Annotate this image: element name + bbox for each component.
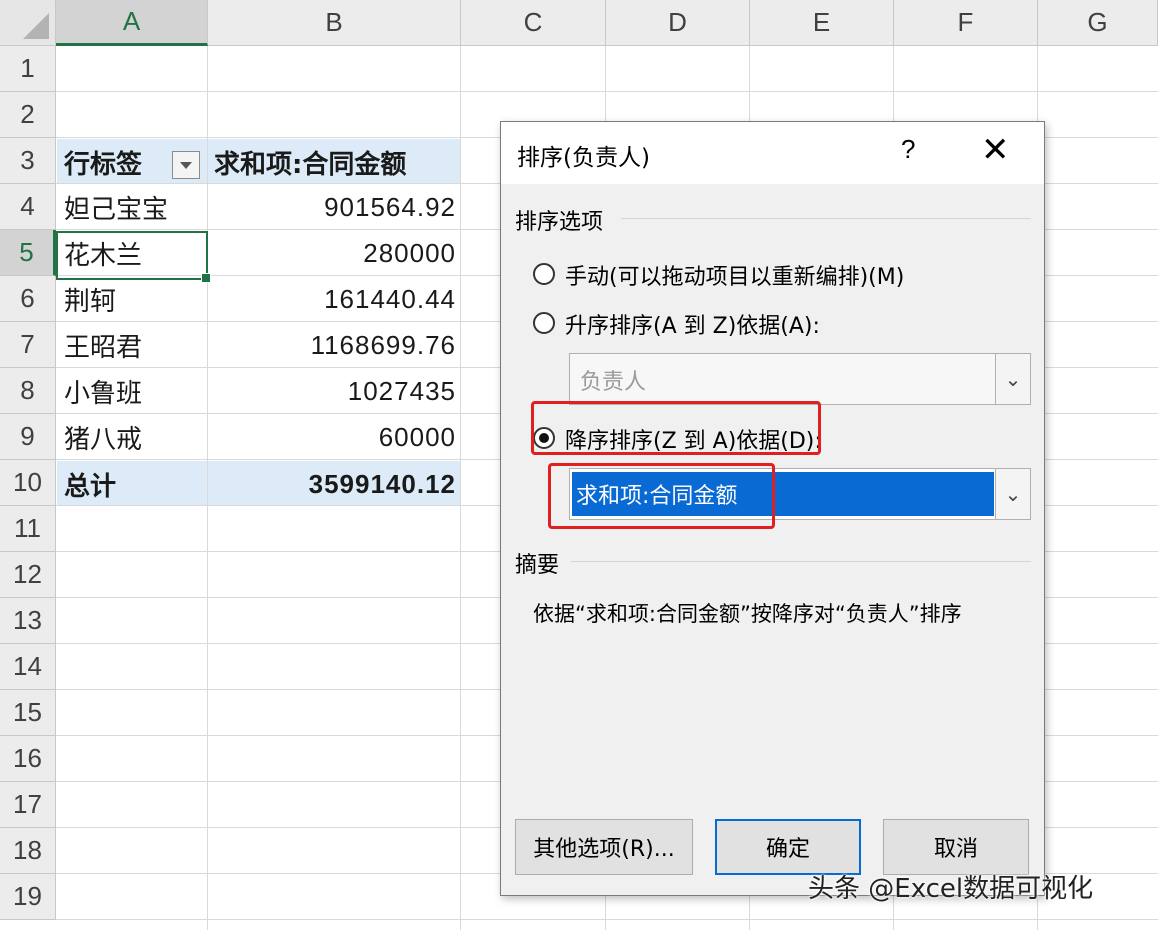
column-header-e[interactable]: E xyxy=(750,0,894,46)
row-header-13[interactable]: 13 xyxy=(0,598,56,644)
select-all-triangle-icon xyxy=(23,13,49,39)
summary-text: 依据“求和项:合同金额”按降序对“负责人”排序 xyxy=(533,602,962,626)
pivot-row-value[interactable]: 161440.44 xyxy=(210,276,456,322)
row-header-3[interactable]: 3 xyxy=(0,138,56,184)
row-header-19[interactable]: 19 xyxy=(0,874,56,920)
pivot-row-label[interactable]: 猪八戒 xyxy=(64,414,204,460)
pivot-total-value[interactable]: 3599140.12 xyxy=(210,461,456,507)
pivot-total-label[interactable]: 总计 xyxy=(64,461,204,507)
row-header-18[interactable]: 18 xyxy=(0,828,56,874)
sort-options-heading: 排序选项 xyxy=(515,210,604,235)
row-header-7[interactable]: 7 xyxy=(0,322,56,368)
row-header-9[interactable]: 9 xyxy=(0,414,56,460)
dialog-titlebar[interactable]: 排序(负责人) ? ✕ xyxy=(501,122,1044,184)
highlight-box-field xyxy=(548,463,775,529)
row-header-1[interactable]: 1 xyxy=(0,46,56,92)
ascending-field-value: 负责人 xyxy=(580,370,647,395)
fill-handle[interactable] xyxy=(201,273,211,283)
row-header-14[interactable]: 14 xyxy=(0,644,56,690)
filter-dropdown-button[interactable] xyxy=(172,151,200,179)
column-header-f[interactable]: F xyxy=(894,0,1038,46)
column-header-b[interactable]: B xyxy=(208,0,461,46)
ascending-radio-label[interactable]: 升序排序(A 到 Z)依据(A): xyxy=(565,308,820,340)
manual-radio-label[interactable]: 手动(可以拖动项目以重新编排)(M) xyxy=(565,259,904,291)
sort-dialog: 排序(负责人) ? ✕ 排序选项 手动(可以拖动项目以重新编排)(M) 升序排序… xyxy=(500,121,1045,896)
pivot-value-header[interactable]: 求和项:合同金额 xyxy=(214,139,454,185)
section-divider xyxy=(621,218,1031,219)
column-header-c[interactable]: C xyxy=(461,0,606,46)
row-header-6[interactable]: 6 xyxy=(0,276,56,322)
summary-heading: 摘要 xyxy=(515,553,560,578)
row-header-8[interactable]: 8 xyxy=(0,368,56,414)
row-header-16[interactable]: 16 xyxy=(0,736,56,782)
pivot-row-value[interactable]: 1027435 xyxy=(210,368,456,414)
cancel-button[interactable]: 取消 xyxy=(883,819,1029,875)
column-header-g[interactable]: G xyxy=(1038,0,1158,46)
pivot-row-label[interactable]: 小鲁班 xyxy=(64,368,204,414)
ok-button[interactable]: 确定 xyxy=(715,819,861,875)
close-icon[interactable]: ✕ xyxy=(981,130,1010,170)
row-header-17[interactable]: 17 xyxy=(0,782,56,828)
column-header-d[interactable]: D xyxy=(606,0,750,46)
pivot-row-label[interactable]: 荆轲 xyxy=(64,276,204,322)
highlight-box-descending xyxy=(531,401,821,455)
row-header-12[interactable]: 12 xyxy=(0,552,56,598)
column-header-a[interactable]: A xyxy=(56,0,208,46)
row-header-15[interactable]: 15 xyxy=(0,690,56,736)
active-cell-selection xyxy=(56,231,211,283)
ascending-field-select: 负责人 ⌄ xyxy=(569,353,1031,405)
select-all-corner[interactable] xyxy=(0,0,56,46)
row-header-4[interactable]: 4 xyxy=(0,184,56,230)
dialog-title: 排序(负责人) xyxy=(517,145,650,171)
pivot-row-labels-header[interactable]: 行标签 xyxy=(64,139,174,185)
pivot-row-label[interactable]: 王昭君 xyxy=(64,322,204,368)
watermark-text: 头条 @Excel数据可视化 xyxy=(808,874,1094,904)
row-header-11[interactable]: 11 xyxy=(0,506,56,552)
chevron-down-icon: ⌄ xyxy=(995,354,1030,404)
pivot-row-value[interactable]: 1168699.76 xyxy=(210,322,456,368)
manual-radio[interactable] xyxy=(533,263,555,285)
row-header-10[interactable]: 10 xyxy=(0,460,56,506)
chevron-down-icon[interactable]: ⌄ xyxy=(995,469,1030,519)
row-header-5[interactable]: 5 xyxy=(0,230,56,276)
chevron-down-icon xyxy=(180,161,192,169)
help-icon[interactable]: ? xyxy=(901,134,915,165)
pivot-row-value[interactable]: 60000 xyxy=(210,414,456,460)
pivot-row-value[interactable]: 280000 xyxy=(210,230,456,276)
pivot-row-label[interactable]: 妲己宝宝 xyxy=(64,184,204,230)
section-divider xyxy=(571,561,1031,562)
pivot-row-value[interactable]: 901564.92 xyxy=(210,184,456,230)
row-header-2[interactable]: 2 xyxy=(0,92,56,138)
ascending-radio[interactable] xyxy=(533,312,555,334)
more-options-button[interactable]: 其他选项(R)... xyxy=(515,819,693,875)
